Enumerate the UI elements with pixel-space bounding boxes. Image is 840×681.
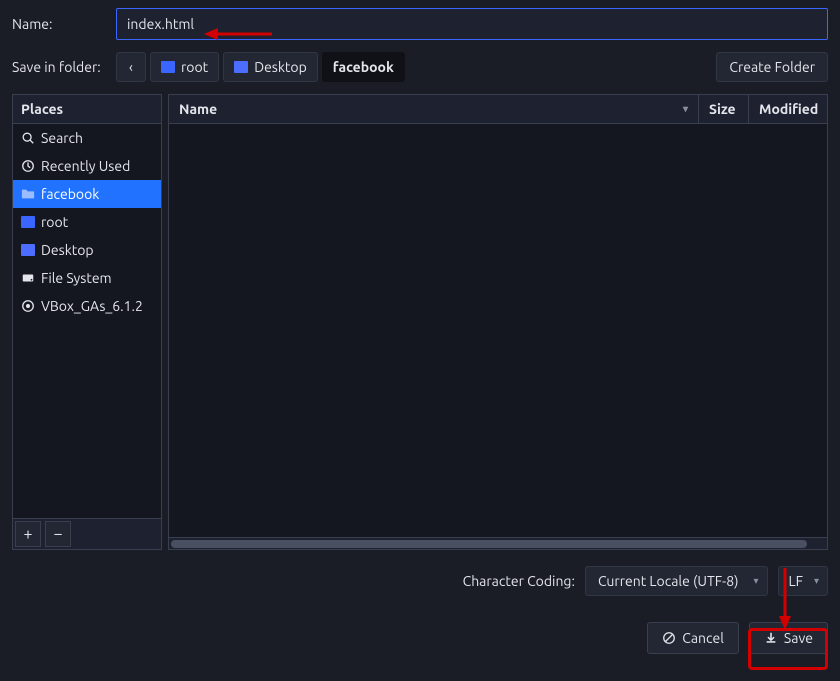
save-button[interactable]: Save [749, 622, 828, 654]
desktop-icon [234, 61, 248, 73]
desktop-icon [21, 243, 35, 257]
places-item-desktop[interactable]: Desktop [13, 236, 161, 264]
character-coding-label: Character Coding: [463, 573, 575, 589]
breadcrumb-label: root [181, 59, 208, 75]
line-ending-select[interactable]: LF ▾ [778, 566, 829, 596]
save-button-label: Save [784, 630, 813, 646]
files-header: Name ▾ Size Modified [169, 95, 827, 124]
breadcrumb: ‹ root Desktop facebook [116, 52, 706, 82]
places-item-search[interactable]: Search [13, 124, 161, 152]
clock-icon [21, 159, 35, 173]
places-item-recent[interactable]: Recently Used [13, 152, 161, 180]
places-item-label: Recently Used [41, 158, 130, 174]
home-icon [161, 61, 175, 73]
folder-icon [21, 187, 35, 201]
horizontal-scrollbar[interactable] [169, 537, 827, 549]
remove-place-button[interactable]: − [45, 521, 71, 547]
column-header-modified[interactable]: Modified [749, 95, 827, 123]
column-header-name[interactable]: Name ▾ [169, 95, 699, 123]
breadcrumb-label: facebook [333, 59, 394, 75]
places-item-vbox[interactable]: VBox_GAs_6.1.2 [13, 292, 161, 320]
save-in-folder-label: Save in folder: [12, 59, 106, 75]
scrollbar-thumb[interactable] [171, 540, 807, 548]
breadcrumb-back-button[interactable]: ‹ [116, 52, 146, 82]
select-value: LF [789, 573, 804, 589]
breadcrumb-item-facebook[interactable]: facebook [322, 52, 405, 82]
sort-indicator-icon: ▾ [683, 103, 688, 115]
breadcrumb-item-root[interactable]: root [150, 52, 219, 82]
column-label: Size [709, 101, 736, 117]
character-coding-select[interactable]: Current Locale (UTF-8) ▾ [585, 566, 768, 596]
chevron-down-icon: ▾ [753, 575, 758, 587]
name-label: Name: [12, 16, 106, 32]
places-header[interactable]: Places [13, 95, 161, 124]
cd-icon [21, 299, 35, 313]
places-item-label: File System [41, 270, 112, 286]
places-item-label: facebook [41, 186, 99, 202]
cancel-button[interactable]: Cancel [647, 622, 739, 654]
create-folder-button[interactable]: Create Folder [716, 52, 828, 82]
places-item-label: Desktop [41, 242, 94, 258]
search-icon [21, 131, 35, 145]
files-panel: Name ▾ Size Modified [168, 94, 828, 550]
places-item-root[interactable]: root [13, 208, 161, 236]
filename-input[interactable] [116, 8, 828, 40]
places-item-filesystem[interactable]: File System [13, 264, 161, 292]
places-item-label: root [41, 214, 68, 230]
cancel-button-label: Cancel [682, 630, 724, 646]
breadcrumb-label: Desktop [254, 59, 307, 75]
save-icon [764, 631, 778, 645]
places-list: Search Recently Used facebook root [13, 124, 161, 518]
select-value: Current Locale (UTF-8) [598, 573, 739, 589]
places-item-facebook[interactable]: facebook [13, 180, 161, 208]
column-label: Modified [759, 101, 818, 117]
column-header-size[interactable]: Size [699, 95, 749, 123]
files-body[interactable] [169, 124, 827, 537]
disk-icon [21, 271, 35, 285]
cancel-icon [662, 631, 676, 645]
home-icon [21, 215, 35, 229]
places-item-label: VBox_GAs_6.1.2 [41, 298, 143, 314]
chevron-down-icon: ▾ [814, 575, 819, 587]
places-item-label: Search [41, 130, 83, 146]
places-panel: Places Search Recently Used facebook [12, 94, 162, 550]
add-place-button[interactable]: + [15, 521, 41, 547]
column-label: Name [179, 101, 217, 117]
breadcrumb-item-desktop[interactable]: Desktop [223, 52, 318, 82]
